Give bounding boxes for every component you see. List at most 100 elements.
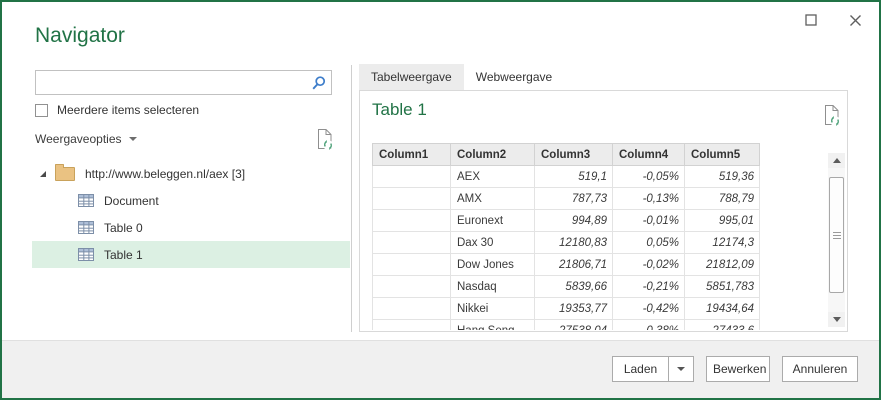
table-cell: 788,79: [685, 188, 760, 210]
tree-item-label: Table 0: [104, 221, 143, 235]
table-cell: Nasdaq: [451, 276, 535, 298]
column-header: Column5: [685, 144, 760, 166]
scrollbar-thumb[interactable]: [829, 177, 844, 293]
gripper-icon: [833, 232, 841, 239]
tree-item-label: Document: [104, 194, 159, 208]
panel-divider: [351, 65, 352, 332]
table-icon: [78, 194, 94, 207]
table-cell: 27538,04: [535, 320, 613, 331]
table-row: Dow Jones21806,71-0,02%21812,09: [373, 254, 760, 276]
display-options-label: Weergaveopties: [35, 132, 122, 146]
table-cell: 0,05%: [613, 232, 685, 254]
table-cell: AEX: [451, 166, 535, 188]
table-cell: 21806,71: [535, 254, 613, 276]
table-cell: -0,02%: [613, 254, 685, 276]
dialog-footer: Laden Bewerken Annuleren: [2, 340, 879, 398]
multi-select-checkbox[interactable]: [35, 104, 48, 117]
folder-icon: [55, 167, 75, 181]
table-cell: -0,13%: [613, 188, 685, 210]
column-header: Column4: [613, 144, 685, 166]
table-cell: Hang Seng: [451, 320, 535, 331]
tab-table-view[interactable]: Tabelweergave: [359, 64, 464, 90]
scroll-down-button[interactable]: [828, 312, 845, 327]
table-cell: Dow Jones: [451, 254, 535, 276]
table-row: Nasdaq5839,66-0,21%5851,783: [373, 276, 760, 298]
table-icon: [78, 248, 94, 261]
tree-item-document[interactable]: Document: [32, 187, 350, 214]
table-cell: [373, 298, 451, 320]
table-row: AMX787,73-0,13%788,79: [373, 188, 760, 210]
table-cell: 0,38%: [613, 320, 685, 331]
table-cell: Nikkei: [451, 298, 535, 320]
tab-web-view[interactable]: Webweergave: [464, 64, 565, 90]
tree-item-source[interactable]: http://www.beleggen.nl/aex [3]: [32, 160, 350, 187]
magnifier-icon[interactable]: [311, 75, 326, 96]
edit-button[interactable]: Bewerken: [706, 356, 770, 382]
table-cell: -0,05%: [613, 166, 685, 188]
table-cell: [373, 232, 451, 254]
refresh-preview-icon: [823, 104, 841, 127]
vertical-scrollbar[interactable]: [828, 153, 845, 327]
load-dropdown-button[interactable]: [668, 356, 694, 382]
table-cell: 19434,64: [685, 298, 760, 320]
scroll-up-button[interactable]: [828, 153, 845, 168]
table-cell: AMX: [451, 188, 535, 210]
preview-tabs: Tabelweergave Webweergave: [359, 64, 564, 90]
table-cell: Euronext: [451, 210, 535, 232]
tree-item-label: http://www.beleggen.nl/aex [3]: [85, 167, 245, 181]
preview-table: Column1Column2Column3Column4Column5AEX51…: [372, 143, 760, 330]
tree-item-label: Table 1: [104, 248, 143, 262]
load-button[interactable]: Laden: [612, 356, 668, 382]
table-cell: Dax 30: [451, 232, 535, 254]
table-row: AEX519,1-0,05%519,36: [373, 166, 760, 188]
refresh-preview-button[interactable]: [316, 128, 334, 154]
navigation-tree: http://www.beleggen.nl/aex [3] Document …: [32, 160, 350, 268]
close-button[interactable]: [845, 10, 865, 30]
maximize-button[interactable]: [801, 10, 821, 30]
search-input[interactable]: [40, 73, 307, 94]
multi-select-row: Meerdere items selecteren: [35, 103, 199, 117]
table-cell: -0,21%: [613, 276, 685, 298]
table-cell: [373, 254, 451, 276]
table-row: Euronext994,89-0,01%995,01: [373, 210, 760, 232]
table-cell: -0,42%: [613, 298, 685, 320]
refresh-preview-button[interactable]: [823, 104, 841, 130]
table-cell: -0,01%: [613, 210, 685, 232]
display-options-dropdown[interactable]: Weergaveopties: [35, 132, 137, 146]
arrow-up-icon: [833, 158, 841, 163]
close-icon: [849, 14, 862, 27]
tree-item-table-1[interactable]: Table 1: [32, 241, 350, 268]
table-cell: 21812,09: [685, 254, 760, 276]
page-title: Navigator: [35, 24, 125, 48]
column-header: Column3: [535, 144, 613, 166]
table-cell: 519,1: [535, 166, 613, 188]
table-cell: 787,73: [535, 188, 613, 210]
table-cell: [373, 276, 451, 298]
expander-icon[interactable]: [40, 171, 46, 177]
table-cell: [373, 188, 451, 210]
table-cell: 27433,6: [685, 320, 760, 331]
search-box: [35, 70, 332, 95]
column-header: Column1: [373, 144, 451, 166]
chevron-down-icon: [129, 137, 137, 141]
maximize-icon: [805, 14, 817, 26]
chevron-down-icon: [677, 367, 685, 371]
arrow-down-icon: [833, 317, 841, 322]
table-cell: [373, 210, 451, 232]
preview-panel: Table 1 Column1Column2Column3Column4Colu…: [359, 90, 848, 332]
table-cell: 5851,783: [685, 276, 760, 298]
table-header-row: Column1Column2Column3Column4Column5: [373, 144, 760, 166]
table-cell: [373, 320, 451, 331]
tree-item-table-0[interactable]: Table 0: [32, 214, 350, 241]
table-icon: [78, 221, 94, 234]
table-cell: 19353,77: [535, 298, 613, 320]
cancel-button[interactable]: Annuleren: [782, 356, 858, 382]
footer-buttons: Laden Bewerken Annuleren: [612, 356, 858, 382]
table-cell: 12174,3: [685, 232, 760, 254]
multi-select-label: Meerdere items selecteren: [57, 103, 199, 117]
preview-table-viewport: Column1Column2Column3Column4Column5AEX51…: [372, 143, 761, 330]
preview-table-title: Table 1: [372, 100, 427, 120]
table-cell: 519,36: [685, 166, 760, 188]
table-cell: 994,89: [535, 210, 613, 232]
table-cell: [373, 166, 451, 188]
